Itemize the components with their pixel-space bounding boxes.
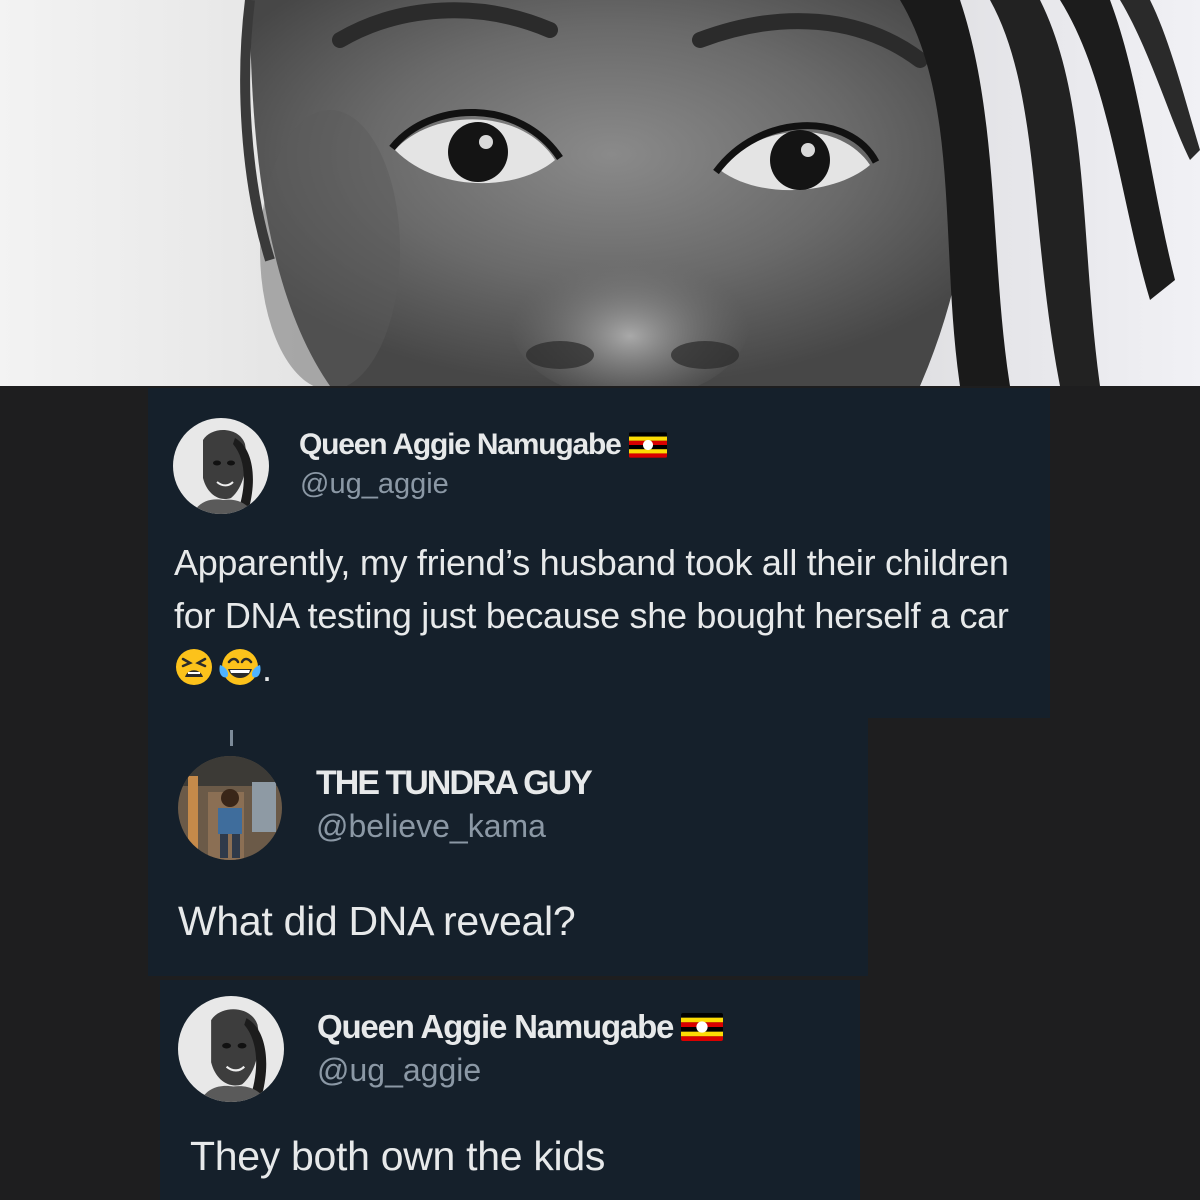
user-handle[interactable]: @believe_kama [316, 808, 546, 845]
uganda-flag-icon [628, 432, 667, 458]
woman-face-closeup-image [240, 0, 1200, 386]
tears-of-joy-emoji [218, 647, 262, 687]
display-name[interactable]: THE TUNDRA GUY [316, 764, 593, 803]
thread-connector-line [230, 730, 233, 746]
user-handle[interactable]: @ug_aggie [300, 468, 449, 501]
user-handle[interactable]: @ug_aggie [317, 1052, 481, 1089]
tweet-text: They both own the kids [190, 1133, 606, 1179]
display-name[interactable]: Queen Aggie Namugabe [317, 1008, 724, 1046]
tweet-text: Apparently, my friend’s husband took all… [174, 542, 1009, 689]
user-avatar[interactable] [178, 996, 284, 1102]
user-avatar[interactable] [178, 756, 282, 860]
header-photo [0, 0, 1200, 386]
display-name[interactable]: Queen Aggie Namugabe [299, 428, 667, 462]
tweet-text: What did DNA reveal? [178, 898, 576, 944]
uganda-flag-icon [681, 1013, 724, 1041]
tired-face-emoji [174, 647, 214, 687]
user-avatar[interactable] [173, 418, 269, 514]
